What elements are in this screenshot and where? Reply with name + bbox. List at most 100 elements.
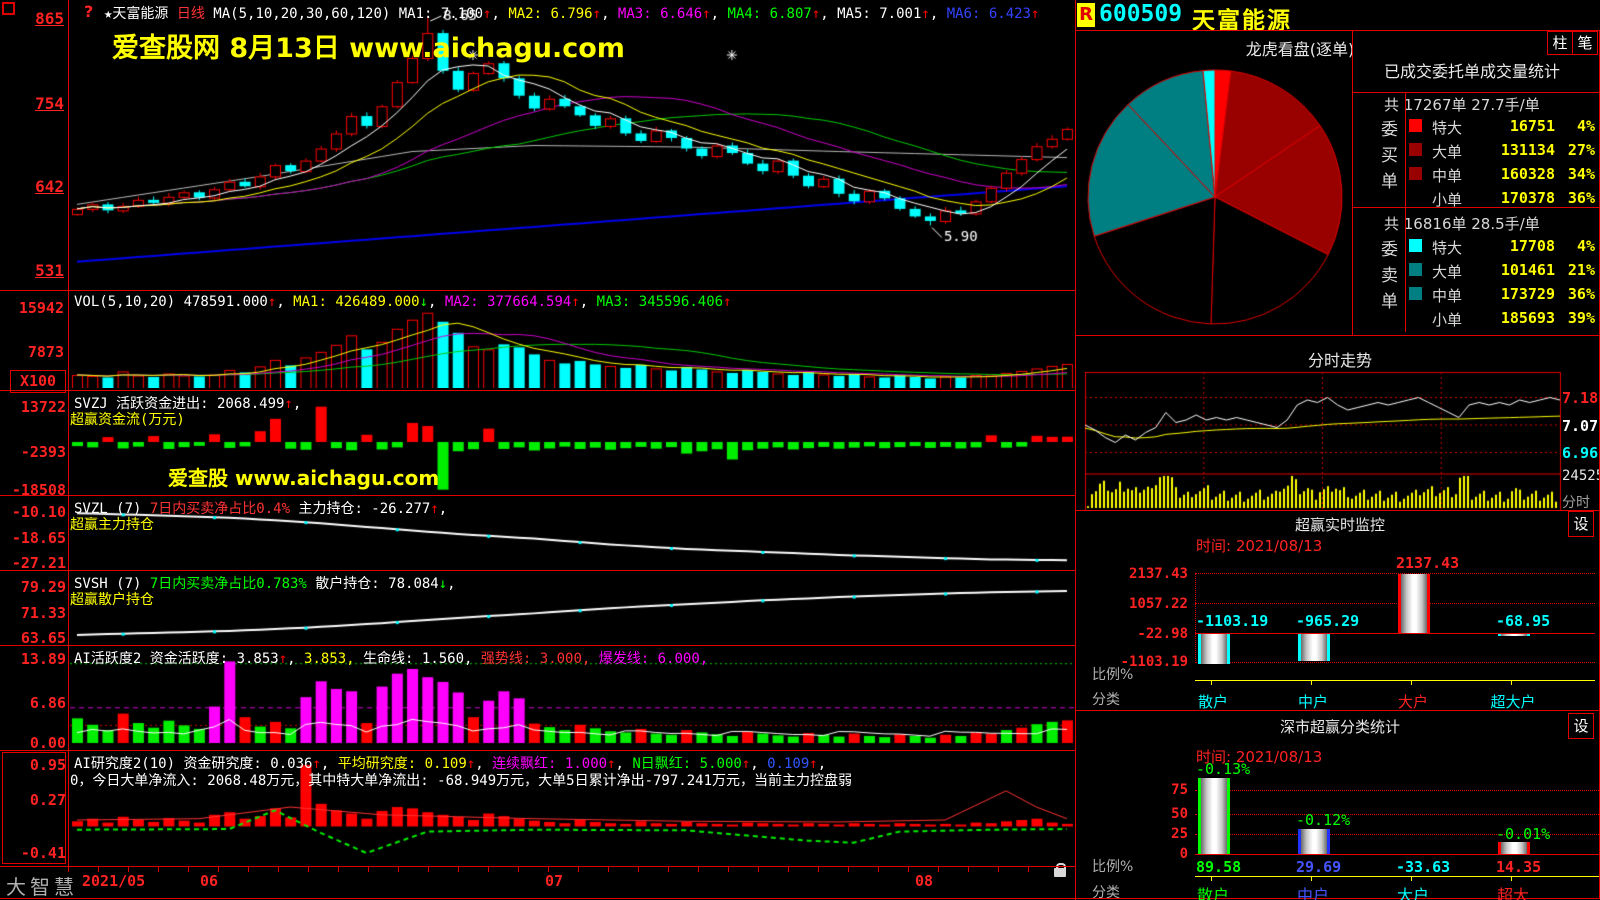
monitor-category[interactable]: 中户 bbox=[1283, 691, 1343, 712]
shenshi-ytick: 0 bbox=[1158, 846, 1188, 862]
header-segment: AI活跃度2 bbox=[74, 651, 150, 667]
shenshi-category[interactable]: 大户 bbox=[1383, 882, 1443, 900]
monitor-category[interactable]: 超大户 bbox=[1483, 691, 1543, 712]
monitor-bar-value: -965.29 bbox=[1296, 612, 1359, 630]
volume-header: VOL(5,10,20) 478591.000↑, MA1: 426489.00… bbox=[74, 294, 732, 310]
tick bbox=[1411, 876, 1412, 881]
shenshi-gridline bbox=[1195, 790, 1599, 791]
header-segment: , bbox=[287, 651, 304, 667]
monitor-baseline bbox=[1195, 680, 1595, 681]
stock-code[interactable]: 600509 bbox=[1099, 1, 1182, 27]
legend-swatch bbox=[1409, 287, 1422, 300]
stroke-mode-button[interactable]: 笔 bbox=[1572, 31, 1598, 55]
legend-value: 101461 bbox=[1455, 261, 1555, 279]
axis-label: 15942 bbox=[4, 299, 64, 317]
legend-pct: 4% bbox=[1557, 237, 1595, 255]
axis-label: 865 bbox=[4, 9, 64, 28]
header-segment: , bbox=[711, 6, 728, 22]
legend-swatch bbox=[1409, 263, 1422, 276]
divider bbox=[68, 0, 69, 866]
header-segment: , bbox=[293, 396, 301, 412]
header-segment: 7日内买卖净占比0.783% bbox=[150, 576, 307, 592]
ai-research-summary: 0，今日大单净流入: 2068.48万元，其中特大单净流出: -68.949万元… bbox=[70, 770, 852, 790]
header-segment: 478591.000 bbox=[184, 294, 268, 310]
header-segment: ↑ bbox=[812, 6, 820, 22]
header-segment: , bbox=[428, 294, 445, 310]
header-segment: ↓ bbox=[420, 294, 428, 310]
divider bbox=[0, 570, 1075, 571]
header-segment: , bbox=[447, 576, 455, 592]
dzh-trading-app: ? ★天富能源 日线 MA(5,10,20,30,60,120) MA1: 7.… bbox=[0, 0, 1600, 900]
axis-label: 13722 bbox=[4, 398, 66, 416]
shenshi-category[interactable]: 中户 bbox=[1283, 882, 1343, 900]
header-segment: ↑ bbox=[921, 6, 929, 22]
monitor-bar bbox=[1398, 574, 1430, 633]
monitor-bar-value: -68.95 bbox=[1496, 612, 1550, 630]
legend-pct: 4% bbox=[1557, 117, 1595, 135]
shenshi-ratio-label: 比例% bbox=[1092, 856, 1133, 876]
header-segment: MA1: 7.100 bbox=[399, 6, 483, 22]
monitor-title: 超赢实时监控 bbox=[1240, 514, 1440, 535]
header-segment: MA3: 345596.406 bbox=[597, 294, 723, 310]
axis-label: 7873 bbox=[4, 343, 64, 361]
legend-value: 170378 bbox=[1455, 189, 1555, 207]
lock-icon[interactable] bbox=[1054, 868, 1066, 877]
legend-value: 160328 bbox=[1455, 165, 1555, 183]
timeline-date: 06 bbox=[200, 872, 218, 890]
monitor-ytick: -1103.19 bbox=[1108, 654, 1188, 670]
monitor-settings-button[interactable]: 设 bbox=[1568, 511, 1594, 537]
brand-label: 大智慧 bbox=[6, 871, 78, 900]
header-segment: , bbox=[491, 6, 508, 22]
header-segment: , bbox=[276, 294, 293, 310]
header-segment: ↓ bbox=[439, 576, 447, 592]
axis-label: 6.86 bbox=[4, 694, 66, 712]
header-segment: MA6: 6.423 bbox=[947, 6, 1031, 22]
shenshi-pct-label: -0.12% bbox=[1296, 811, 1350, 829]
header-segment: 爆发线: 6.000, bbox=[599, 651, 708, 667]
header-segment: 散户持仓: 78.084 bbox=[307, 576, 439, 592]
header-segment: , bbox=[820, 6, 837, 22]
intraday-chart[interactable] bbox=[1080, 340, 1600, 510]
shenshi-category[interactable]: 超大 bbox=[1483, 882, 1543, 900]
legend-pct: 27% bbox=[1557, 141, 1595, 159]
monitor-bar-value: 2137.43 bbox=[1396, 554, 1459, 572]
axis-label: -18.65 bbox=[4, 529, 66, 547]
divider bbox=[1075, 335, 1600, 336]
divider bbox=[0, 898, 1600, 899]
shenshi-category[interactable]: 散户 bbox=[1183, 882, 1243, 900]
header-segment: , bbox=[439, 501, 447, 517]
monitor-gridline bbox=[1195, 662, 1595, 663]
r-badge: R bbox=[1077, 3, 1095, 27]
monitor-category[interactable]: 大户 bbox=[1383, 691, 1443, 712]
buy-summary: 共 17267单 27.7手/单 bbox=[1384, 94, 1540, 115]
shenshi-ytick: 50 bbox=[1158, 806, 1188, 822]
monitor-category[interactable]: 散户 bbox=[1183, 691, 1243, 712]
svsh-subtitle: 超赢散户持仓 bbox=[70, 589, 154, 609]
header-segment: MA2: 6.796 bbox=[508, 6, 592, 22]
legend-swatch bbox=[1409, 167, 1422, 180]
legend-value: 16751 bbox=[1455, 117, 1555, 135]
axis-label: -2393 bbox=[4, 443, 66, 461]
order-volume-pie-chart[interactable] bbox=[1085, 45, 1350, 333]
legend-pct: 36% bbox=[1557, 285, 1595, 303]
column-mode-button[interactable]: 柱 bbox=[1547, 31, 1573, 55]
fenshi-vol-label: 24525 bbox=[1562, 468, 1600, 484]
header-segment: , bbox=[930, 6, 947, 22]
legend-pct: 34% bbox=[1557, 165, 1595, 183]
shenshi-settings-button[interactable]: 设 bbox=[1568, 713, 1594, 739]
monitor-ytick: 2137.43 bbox=[1108, 566, 1188, 582]
axis-label: 79.29 bbox=[4, 578, 66, 596]
header-segment: ↑ bbox=[593, 6, 601, 22]
divider bbox=[1352, 92, 1600, 93]
divider bbox=[0, 750, 1075, 751]
timeline-date: 08 bbox=[915, 872, 933, 890]
axis-label: -10.10 bbox=[4, 503, 66, 521]
axis-label: 71.33 bbox=[4, 604, 66, 622]
monitor-bar bbox=[1298, 634, 1330, 661]
tick bbox=[1411, 680, 1412, 685]
axis-label: 13.89 bbox=[4, 650, 66, 668]
divider bbox=[0, 290, 1075, 291]
header-segment: MA(5,10,20,30,60,120) bbox=[213, 6, 398, 22]
timeline-date: 07 bbox=[545, 872, 563, 890]
divider bbox=[1352, 30, 1353, 335]
